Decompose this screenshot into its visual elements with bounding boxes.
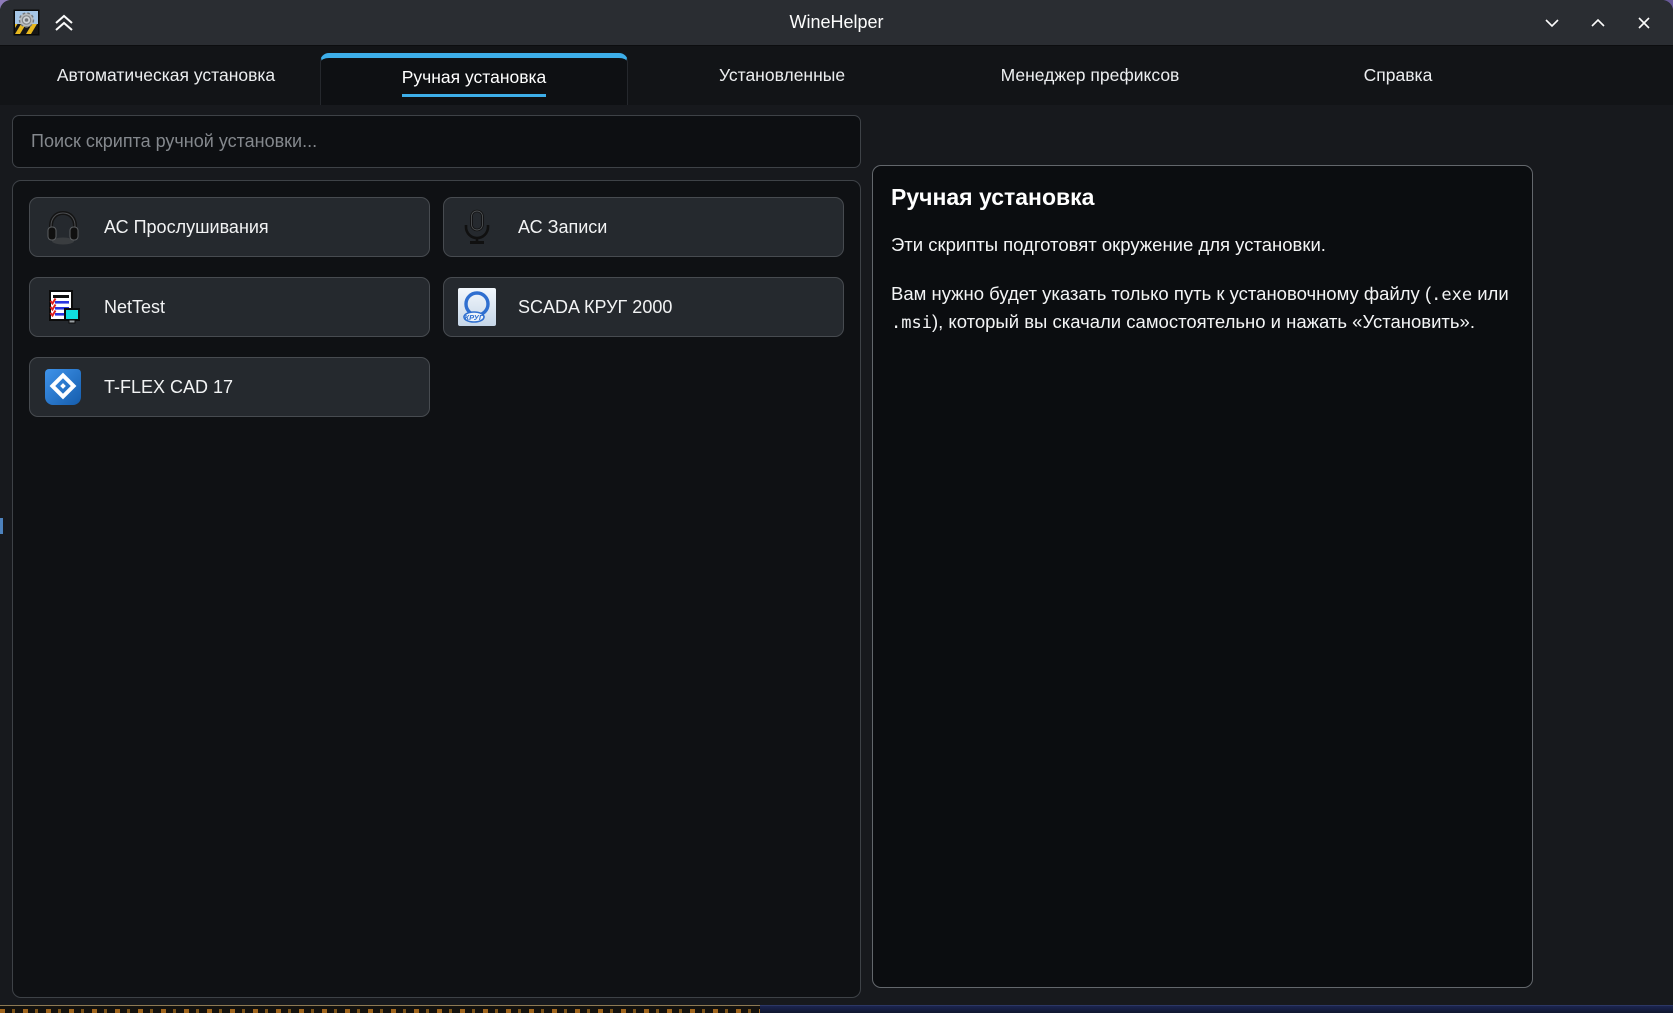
tab-prefix-manager[interactable]: Менеджер префиксов	[936, 46, 1244, 105]
script-button-tflex-cad-17[interactable]: T-FLEX CAD 17	[29, 357, 430, 417]
exe-extension-code: .exe	[1431, 285, 1472, 305]
krug-logo-icon: КРУГ	[457, 287, 497, 327]
info-panel-title: Ручная установка	[891, 184, 1514, 211]
desktop-bottom-strip	[0, 1005, 1673, 1013]
background-window-sliver	[0, 518, 3, 534]
svg-text:КРУГ: КРУГ	[464, 313, 483, 322]
info-paragraph-2: Вам нужно будет указать только путь к ус…	[891, 280, 1514, 337]
script-button-as-proslushivaniya[interactable]: АС Прослушивания	[29, 197, 430, 257]
tflex-logo-icon	[43, 367, 83, 407]
tab-auto-install[interactable]: Автоматическая установка	[12, 46, 320, 105]
window-title: WineHelper	[0, 12, 1673, 33]
msi-extension-code: .msi	[891, 313, 932, 333]
close-button[interactable]	[1633, 12, 1655, 34]
window-controls	[1541, 0, 1655, 46]
script-button-nettest[interactable]: NetTest	[29, 277, 430, 337]
script-label: АС Записи	[518, 217, 607, 238]
info-paragraph-1: Эти скрипты подготовят окружение для уст…	[891, 231, 1514, 260]
titlebar: WineHelper	[0, 0, 1673, 46]
minimize-button[interactable]	[1541, 12, 1563, 34]
checklist-monitor-icon	[43, 287, 83, 327]
maximize-button[interactable]	[1587, 12, 1609, 34]
headphones-icon	[43, 207, 83, 247]
taskbar-right-sliver	[760, 1005, 1673, 1013]
script-button-scada-krug-2000[interactable]: КРУГ SCADA КРУГ 2000	[443, 277, 844, 337]
winehelper-window: WineHelper Автоматическая установка Ручн…	[0, 0, 1673, 1005]
script-button-as-zapisi[interactable]: АС Записи	[443, 197, 844, 257]
main-content: АС Прослушивания АС Записи	[0, 106, 1673, 1005]
script-label: АС Прослушивания	[104, 217, 269, 238]
manual-install-info-panel: Ручная установка Эти скрипты подготовят …	[872, 165, 1533, 988]
tab-help[interactable]: Справка	[1244, 46, 1552, 105]
tab-installed[interactable]: Установленные	[628, 46, 936, 105]
taskbar-left-sliver	[0, 1005, 760, 1013]
script-label: SCADA КРУГ 2000	[518, 297, 672, 318]
script-label: T-FLEX CAD 17	[104, 377, 233, 398]
tab-manual-install[interactable]: Ручная установка	[320, 53, 628, 105]
microphone-icon	[457, 207, 497, 247]
script-label: NetTest	[104, 297, 165, 318]
search-input[interactable]	[12, 115, 861, 168]
manual-scripts-list: АС Прослушивания АС Записи	[12, 180, 861, 998]
tab-bar: Автоматическая установка Ручная установк…	[0, 46, 1673, 105]
